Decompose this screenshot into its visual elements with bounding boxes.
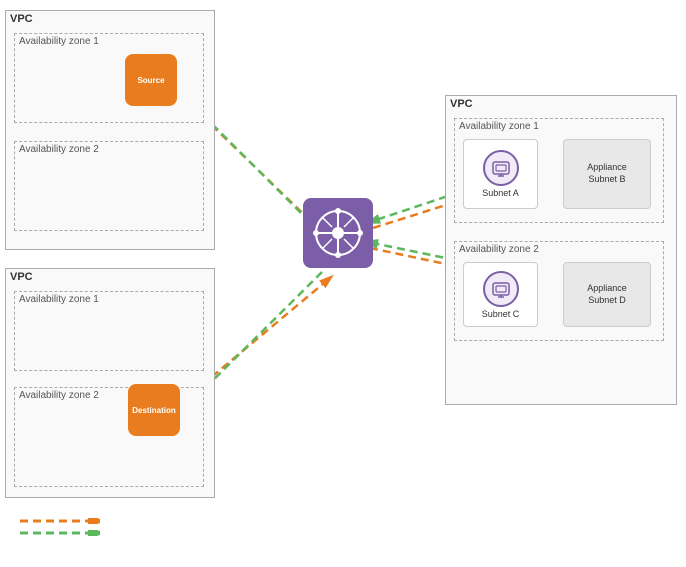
vpc-left2: VPC Availability zone 1 Availability zon… bbox=[5, 268, 215, 498]
vpc-left2-label: VPC bbox=[6, 269, 214, 285]
subnet-d: ApplianceSubnet D bbox=[563, 262, 651, 327]
vpc-left1-az2-label: Availability zone 2 bbox=[15, 142, 203, 157]
legend-orange bbox=[20, 518, 100, 524]
source-node: Source bbox=[125, 54, 177, 106]
destination-node: Destination bbox=[128, 384, 180, 436]
vpc-right-az2: Availability zone 2 Subnet C ApplianceSu… bbox=[454, 241, 664, 341]
vpc-right-az2-label: Availability zone 2 bbox=[455, 242, 663, 257]
legend bbox=[20, 518, 100, 542]
subnet-a-icon bbox=[483, 150, 519, 186]
vpc-right-az1: Availability zone 1 Subnet A ApplianceSu… bbox=[454, 118, 664, 223]
vpc-right: VPC Availability zone 1 Subnet A Applian bbox=[445, 95, 677, 405]
hub-icon bbox=[303, 198, 373, 268]
vpc-left1-label: VPC bbox=[6, 11, 214, 27]
subnet-c-label: Subnet C bbox=[482, 309, 520, 319]
vpc-left1-az1-label: Availability zone 1 bbox=[15, 34, 203, 49]
subnet-c-icon bbox=[483, 271, 519, 307]
vpc-left1: VPC Availability zone 1 Availability zon… bbox=[5, 10, 215, 250]
subnet-c: Subnet C bbox=[463, 262, 538, 327]
subnet-a-label: Subnet A bbox=[482, 188, 519, 198]
vpc-left2-az1: Availability zone 1 bbox=[14, 291, 204, 371]
vpc-right-az1-label: Availability zone 1 bbox=[455, 119, 663, 134]
vpc-left1-az2: Availability zone 2 bbox=[14, 141, 204, 231]
legend-green-line bbox=[20, 530, 100, 536]
vpc-left2-az1-label: Availability zone 1 bbox=[15, 292, 203, 307]
legend-orange-line bbox=[20, 518, 100, 524]
subnet-b: ApplianceSubnet B bbox=[563, 139, 651, 209]
vpc-right-label: VPC bbox=[446, 96, 676, 112]
subnet-b-label: ApplianceSubnet B bbox=[587, 162, 627, 185]
subnet-a: Subnet A bbox=[463, 139, 538, 209]
subnet-d-label: ApplianceSubnet D bbox=[587, 283, 627, 306]
diagram-container: VPC Availability zone 1 Availability zon… bbox=[0, 0, 686, 567]
legend-green bbox=[20, 530, 100, 536]
